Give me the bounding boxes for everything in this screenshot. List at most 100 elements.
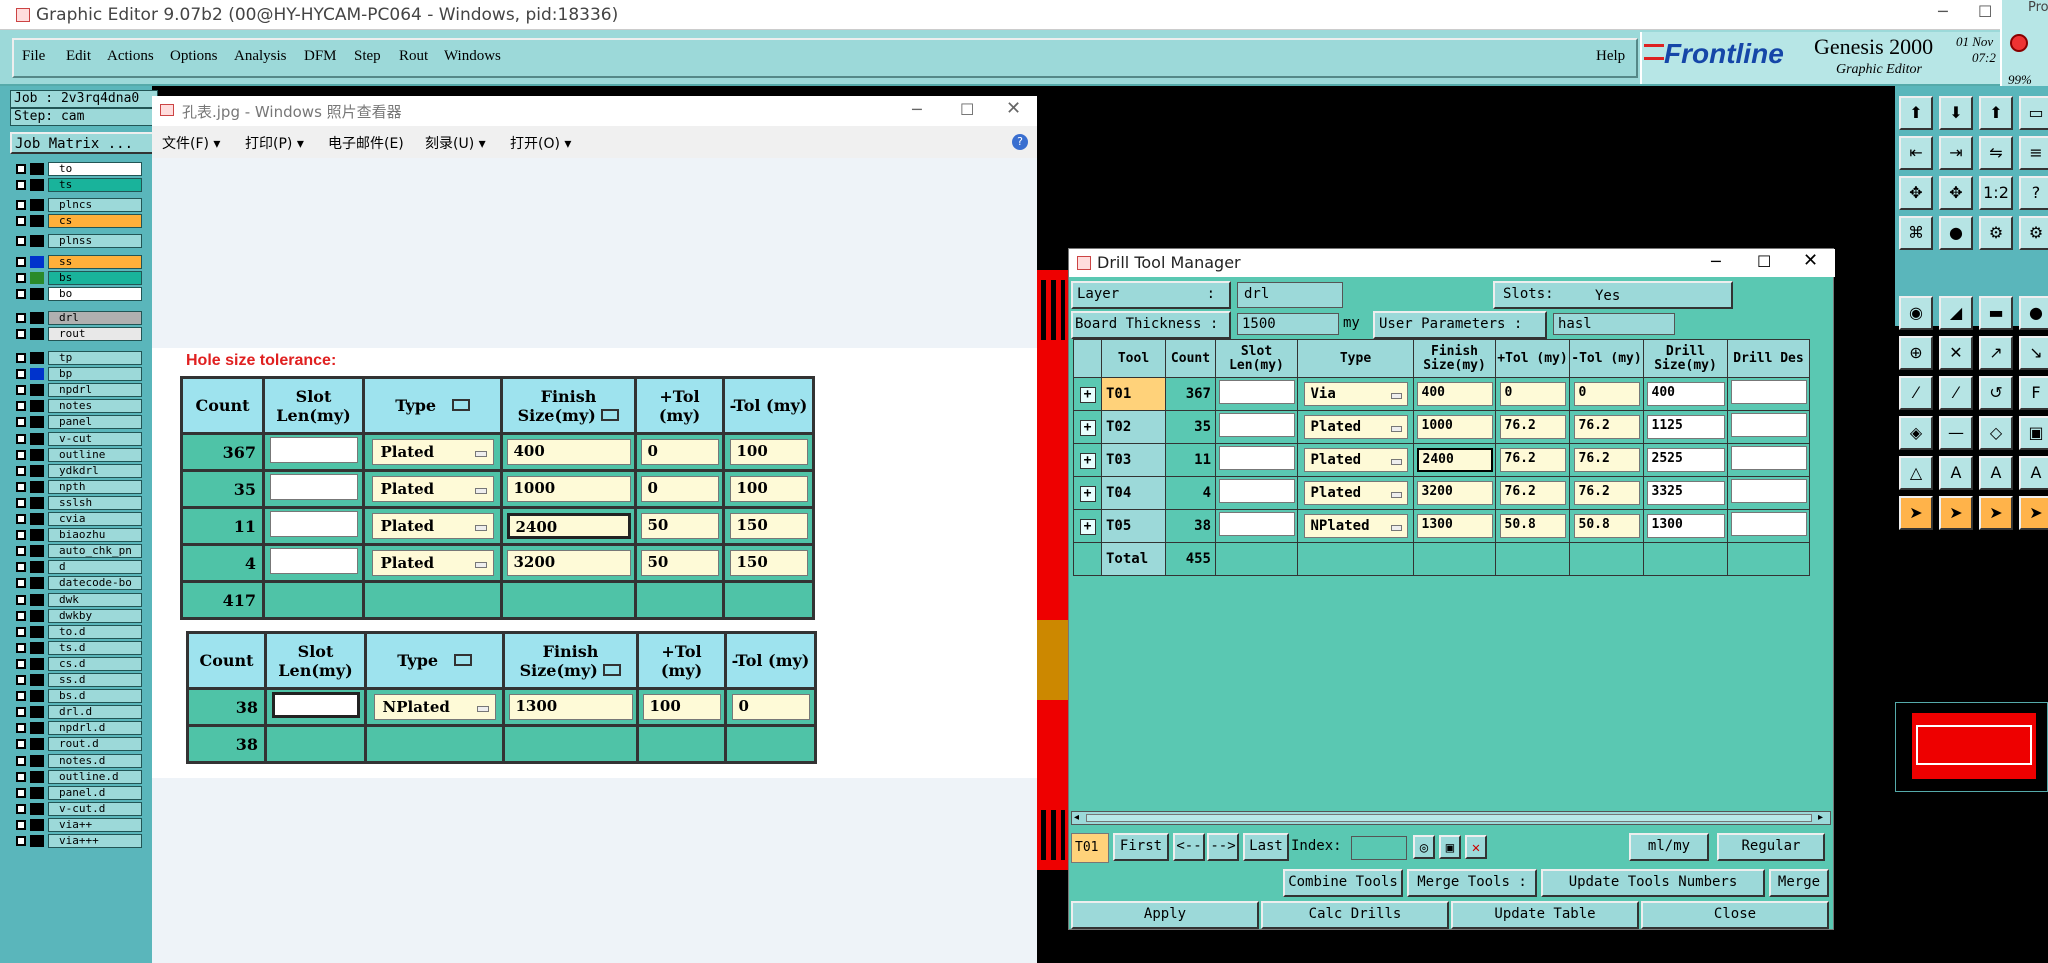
tool-button-icon[interactable]: ➤ bbox=[1939, 496, 1973, 530]
layer-item[interactable]: bs.d bbox=[12, 689, 142, 704]
tool-button-icon[interactable]: ⁄ bbox=[1899, 376, 1933, 410]
tool-button-icon[interactable]: △ bbox=[1899, 456, 1933, 490]
tool-button-icon[interactable]: ✕ bbox=[1939, 336, 1973, 370]
tool-button-icon[interactable]: A bbox=[1979, 456, 2013, 490]
tool-row[interactable]: + T02 35 Plated 1000 76.2 76.2 1125 bbox=[1073, 410, 1810, 444]
layer-checkbox[interactable] bbox=[16, 401, 26, 412]
layer-checkbox[interactable] bbox=[16, 610, 26, 621]
layer-item[interactable]: plnss bbox=[12, 234, 142, 249]
layer-item[interactable]: bs bbox=[12, 270, 142, 285]
finish-field[interactable]: 2400 bbox=[1416, 448, 1493, 472]
tool-cell[interactable]: T04 bbox=[1101, 476, 1166, 510]
tool-button-icon[interactable]: ⇤ bbox=[1899, 136, 1933, 170]
layer-item[interactable]: cvia bbox=[12, 512, 142, 526]
layer-item[interactable]: notes.d bbox=[12, 753, 142, 768]
layer-checkbox[interactable] bbox=[16, 819, 26, 830]
photo-menu-email[interactable]: 电子邮件(E) bbox=[328, 133, 404, 153]
type-dropdown[interactable]: Plated bbox=[371, 476, 494, 502]
layer-item[interactable]: drl.d bbox=[12, 705, 142, 720]
tool-button-icon[interactable]: ◇ bbox=[1979, 416, 2013, 450]
tool-button-icon[interactable]: ↺ bbox=[1979, 376, 2013, 410]
slot-len-field[interactable] bbox=[269, 548, 358, 574]
mtol-field[interactable]: 50.8 bbox=[1573, 514, 1640, 538]
expand-cell[interactable]: + bbox=[1073, 377, 1102, 411]
tool-button-icon[interactable]: ◢ bbox=[1939, 296, 1973, 330]
finish-field[interactable]: 400 bbox=[1416, 382, 1493, 406]
layer-item[interactable]: outline.d bbox=[12, 769, 142, 784]
layer-checkbox[interactable] bbox=[16, 771, 26, 782]
finish-field[interactable]: 3200 bbox=[1416, 481, 1493, 505]
help-icon[interactable]: ? bbox=[1012, 134, 1028, 150]
slot-len-field[interactable] bbox=[1218, 380, 1295, 404]
close-button[interactable]: Close bbox=[1641, 901, 1829, 929]
layer-checkbox[interactable] bbox=[16, 723, 26, 734]
layer-checkbox[interactable] bbox=[16, 642, 26, 653]
tool-cell[interactable]: T03 bbox=[1101, 443, 1166, 477]
ptol-field[interactable]: 50 bbox=[640, 513, 719, 539]
menu-help[interactable]: Help bbox=[1596, 48, 1625, 65]
horizontal-scrollbar[interactable]: ◂ ▸ bbox=[1071, 811, 1831, 825]
tool-button-icon[interactable]: ⚙ bbox=[2019, 216, 2048, 250]
tool-button-icon[interactable]: ⇥ bbox=[1939, 136, 1973, 170]
layer-checkbox[interactable] bbox=[16, 328, 26, 339]
layer-checkbox[interactable] bbox=[16, 481, 26, 492]
drill-des-field[interactable] bbox=[1730, 512, 1807, 536]
tool-button-icon[interactable]: ▣ bbox=[2019, 416, 2048, 450]
layer-item[interactable]: via++ bbox=[12, 817, 142, 832]
layer-checkbox[interactable] bbox=[16, 288, 26, 299]
layer-checkbox[interactable] bbox=[16, 465, 26, 476]
dtm-close-icon[interactable]: ✕ bbox=[1803, 250, 1818, 271]
layer-checkbox[interactable] bbox=[16, 514, 26, 524]
layer-checkbox[interactable] bbox=[16, 164, 26, 174]
mtol-field[interactable]: 76.2 bbox=[1573, 415, 1640, 439]
layer-item[interactable]: ts bbox=[12, 178, 142, 193]
layer-item[interactable]: ss bbox=[12, 254, 142, 269]
tool-button-icon[interactable]: ➤ bbox=[1899, 496, 1933, 530]
tool-button-icon[interactable]: ⌘ bbox=[1899, 216, 1933, 250]
dtm-maximize-icon[interactable]: ☐ bbox=[1757, 252, 1771, 271]
photo-menu-file[interactable]: 文件(F) ▾ bbox=[162, 133, 220, 153]
menu-file[interactable]: File bbox=[22, 48, 45, 65]
finish-field[interactable]: 2400 bbox=[506, 513, 631, 539]
user-params-field[interactable]: hasl bbox=[1553, 313, 1675, 335]
type-dropdown[interactable]: Plated bbox=[371, 550, 494, 576]
expand-icon[interactable]: + bbox=[1079, 386, 1096, 403]
photo-maximize-icon[interactable]: ☐ bbox=[960, 100, 974, 119]
layer-item[interactable]: npdrl bbox=[12, 383, 142, 398]
layer-item[interactable]: bo bbox=[12, 286, 142, 301]
layer-item[interactable]: to.d bbox=[12, 624, 142, 639]
type-dropdown[interactable]: Plated bbox=[1303, 415, 1408, 439]
layer-item[interactable]: plncs bbox=[12, 198, 142, 213]
drill-size-field[interactable]: 2525 bbox=[1646, 448, 1725, 472]
ptol-field[interactable]: 50 bbox=[640, 550, 719, 576]
layer-checkbox[interactable] bbox=[16, 200, 26, 211]
layer-item[interactable]: npdrl.d bbox=[12, 721, 142, 736]
photo-menu-print[interactable]: 打印(P) ▾ bbox=[245, 133, 304, 153]
merge-button[interactable]: Merge bbox=[1769, 869, 1829, 897]
ptol-field[interactable]: 50.8 bbox=[1499, 514, 1566, 538]
layer-item[interactable]: panel bbox=[12, 415, 142, 430]
menu-options[interactable]: Options bbox=[170, 48, 218, 65]
combine-tools-button[interactable]: Combine Tools bbox=[1283, 869, 1403, 897]
finish-field[interactable]: 1000 bbox=[506, 476, 631, 502]
layer-checkbox[interactable] bbox=[16, 530, 26, 541]
tool-button-icon[interactable]: 1:2 bbox=[1979, 176, 2013, 210]
layer-checkbox[interactable] bbox=[16, 691, 26, 702]
layer-checkbox[interactable] bbox=[16, 216, 26, 227]
stop-icon[interactable] bbox=[2010, 34, 2028, 52]
finish-field[interactable]: 1300 bbox=[508, 694, 633, 720]
layer-item[interactable]: drl bbox=[12, 310, 142, 325]
prev-button[interactable]: <-- bbox=[1173, 833, 1205, 861]
layer-item[interactable]: cs.d bbox=[12, 656, 142, 671]
tool-button-icon[interactable]: ⊕ bbox=[1899, 336, 1933, 370]
slot-len-field[interactable] bbox=[1218, 413, 1295, 437]
drill-size-field[interactable]: 400 bbox=[1646, 382, 1725, 406]
layer-item[interactable]: to bbox=[12, 162, 142, 176]
layer-item[interactable]: ts.d bbox=[12, 640, 142, 655]
layer-checkbox[interactable] bbox=[16, 626, 26, 637]
layer-checkbox[interactable] bbox=[16, 385, 26, 396]
layer-checkbox[interactable] bbox=[16, 417, 26, 428]
units-selector[interactable]: ml/my bbox=[1629, 833, 1709, 861]
tool-button-icon[interactable]: ◉ bbox=[1899, 296, 1933, 330]
photo-minimize-icon[interactable]: ─ bbox=[912, 100, 922, 119]
